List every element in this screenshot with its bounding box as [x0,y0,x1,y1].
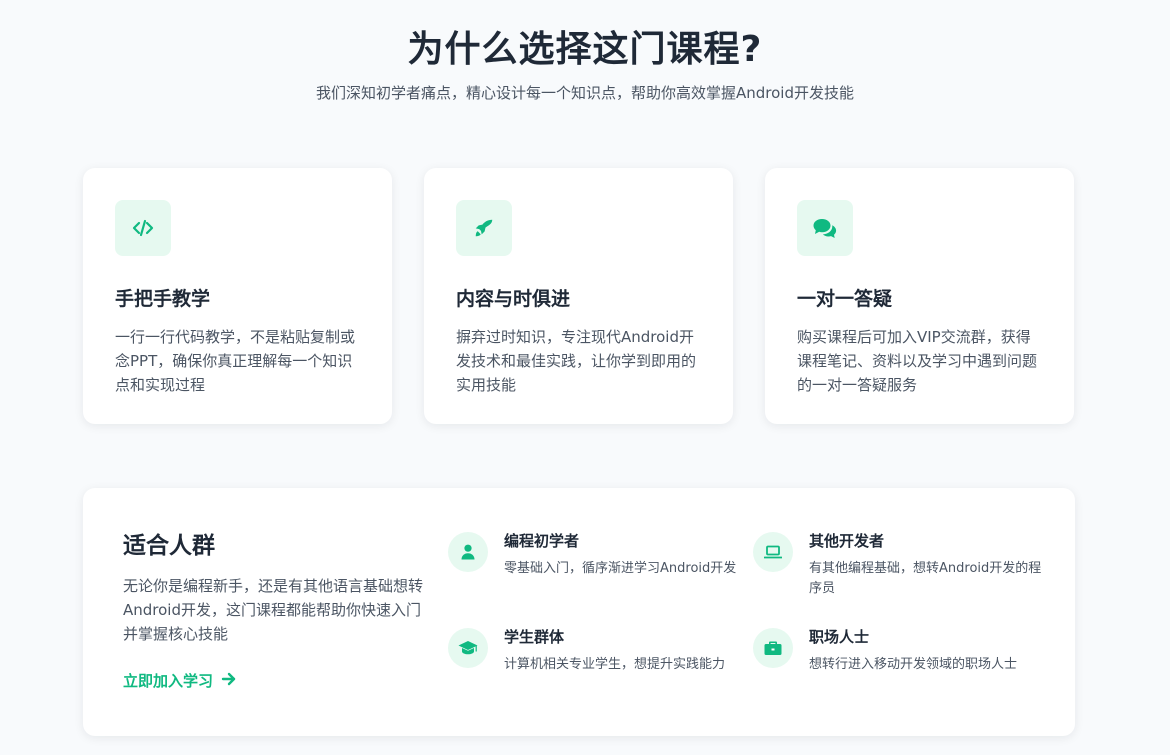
audience-group-beginners: 编程初学者 零基础入门，循序渐进学习Android开发 [448,532,738,579]
feature-title: 内容与时俱进 [456,288,571,310]
graduation-cap-icon [448,628,488,668]
join-now-link[interactable]: 立即加入学习 [123,670,237,691]
audience-group-desc: 想转行进入移动开发领域的职场人士 [809,657,1018,672]
arrow-right-icon [221,671,237,691]
chat-icon [797,200,853,256]
audience-desc: 无论你是编程新手，还是有其他语言基础想转Android开发，这门课程都能帮助你快… [123,577,424,643]
rocket-icon [456,200,512,256]
audience-intro: 适合人群 无论你是编程新手，还是有其他语言基础想转Android开发，这门课程都… [123,526,423,691]
feature-card-qa: 一对一答疑 购买课程后可加入VIP交流群，获得课程笔记、资料以及学习中遇到问题的… [765,168,1074,424]
audience-group-title: 职场人士 [809,628,870,646]
feature-desc: 一行一行代码教学，不是粘贴复制或念PPT，确保你真正理解每一个知识点和实现过程 [115,328,356,394]
feature-title: 手把手教学 [115,288,211,310]
audience-group-title: 其他开发者 [809,532,885,550]
join-now-label: 立即加入学习 [123,672,214,690]
feature-card-up-to-date: 内容与时俱进 摒弃过时知识，专注现代Android开发技术和最佳实践，让你学到即… [424,168,733,424]
audience-title: 适合人群 [123,533,215,559]
feature-title: 一对一答疑 [797,288,893,310]
audience-group-students: 学生群体 计算机相关专业学生，想提升实践能力 [448,628,738,675]
briefcase-icon [753,628,793,668]
audience-group-desc: 计算机相关专业学生，想提升实践能力 [504,657,726,672]
feature-card-hands-on: 手把手教学 一行一行代码教学，不是粘贴复制或念PPT，确保你真正理解每一个知识点… [83,168,392,424]
audience-group-desc: 有其他编程基础，想转Android开发的程序员 [809,561,1042,596]
feature-desc: 摒弃过时知识，专注现代Android开发技术和最佳实践，让你学到即用的实用技能 [456,328,697,394]
feature-desc: 购买课程后可加入VIP交流群，获得课程笔记、资料以及学习中遇到问题的一对一答疑服… [797,328,1038,394]
audience-panel: 适合人群 无论你是编程新手，还是有其他语言基础想转Android开发，这门课程都… [83,488,1075,736]
page-title: 为什么选择这门课程? [407,29,763,70]
audience-group-desc: 零基础入门，循序渐进学习Android开发 [504,561,737,576]
audience-group-other-devs: 其他开发者 有其他编程基础，想转Android开发的程序员 [753,532,1043,599]
laptop-icon [753,532,793,572]
audience-group-professionals: 职场人士 想转行进入移动开发领域的职场人士 [753,628,1043,675]
audience-group-title: 编程初学者 [504,532,580,550]
audience-group-title: 学生群体 [504,628,565,646]
code-icon [115,200,171,256]
user-icon [448,532,488,572]
page-subtitle: 我们深知初学者痛点，精心设计每一个知识点，帮助你高效掌握Android开发技能 [316,84,854,102]
